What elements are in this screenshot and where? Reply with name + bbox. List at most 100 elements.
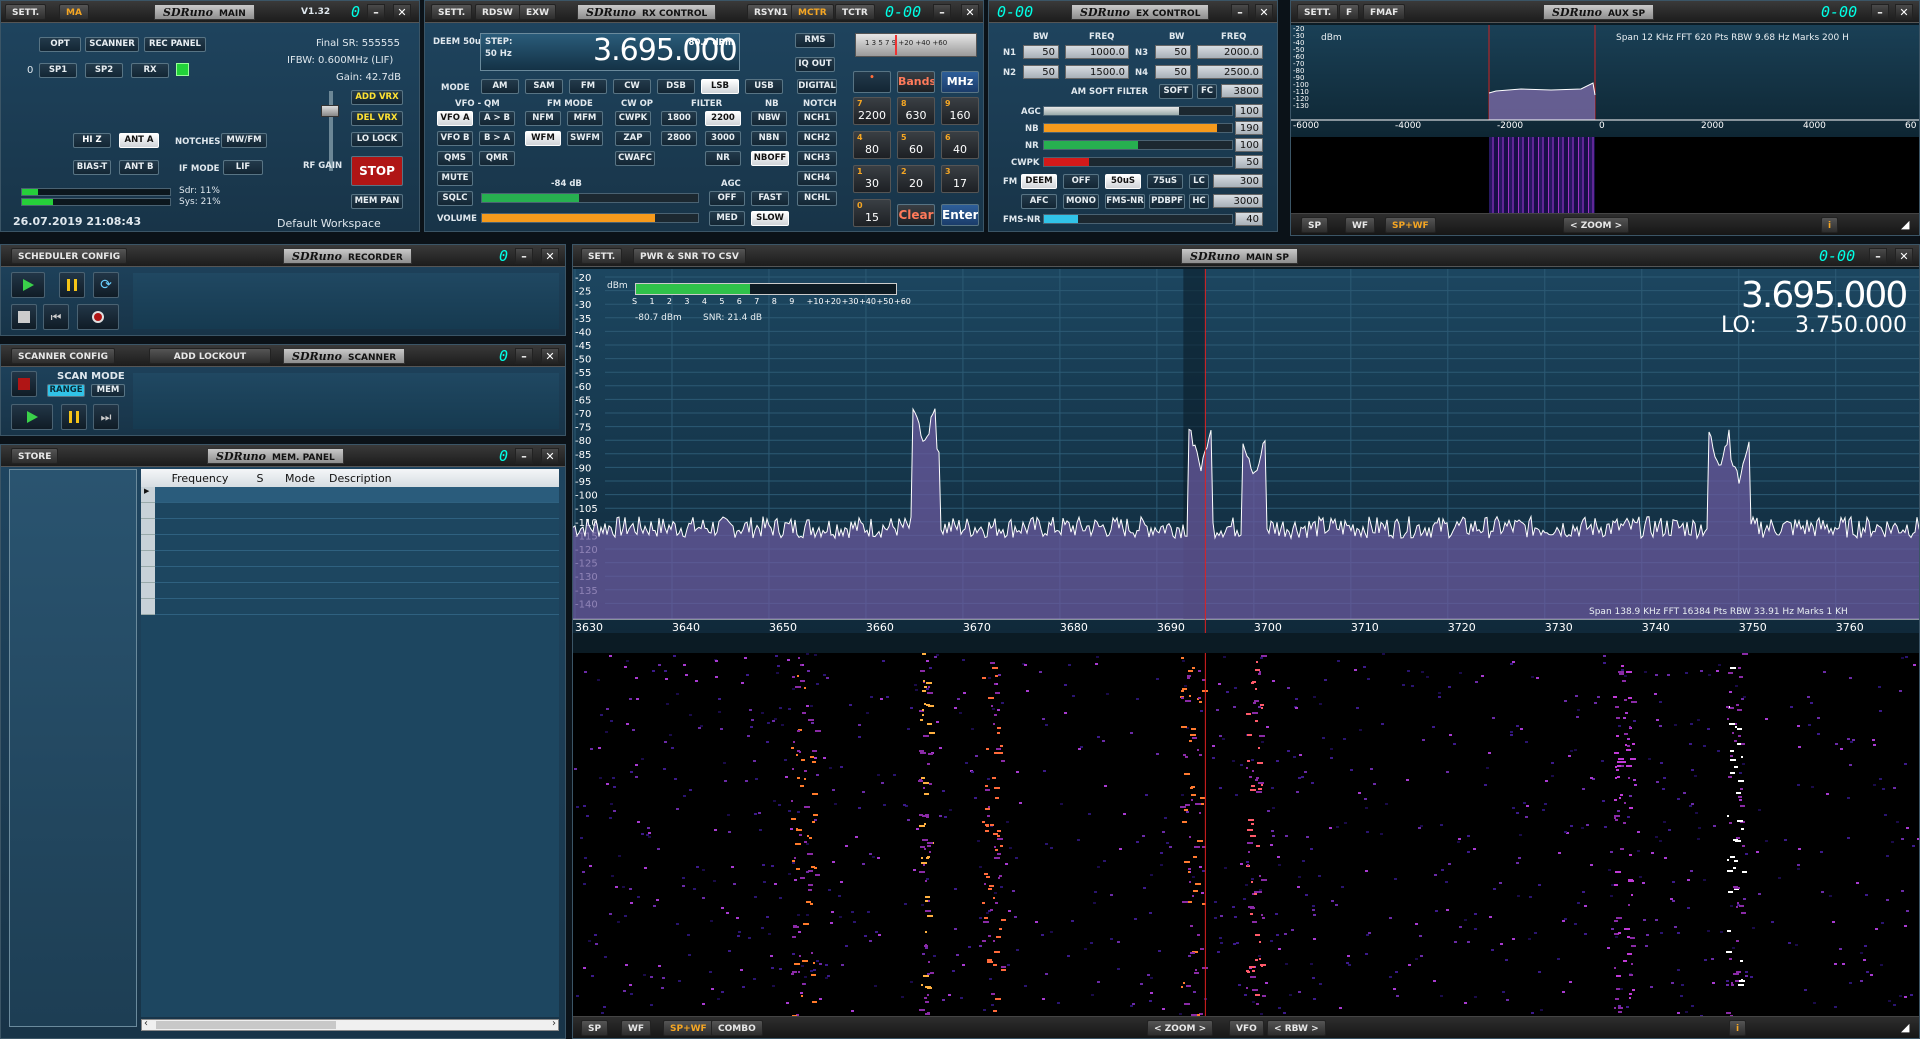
- minimize-icon[interactable]: –: [1869, 248, 1887, 264]
- agc-value[interactable]: 100: [1235, 104, 1263, 118]
- filter-2800[interactable]: 2800: [661, 131, 697, 146]
- table-row[interactable]: [141, 551, 559, 567]
- keypad-2[interactable]: 2 20: [897, 165, 935, 193]
- n4-freq[interactable]: 2500.0: [1197, 65, 1263, 79]
- hc-value[interactable]: 3000: [1213, 194, 1263, 208]
- aux-zoom-control[interactable]: < ZOOM >: [1563, 217, 1630, 233]
- chevron-left-icon[interactable]: ‹: [144, 1018, 148, 1029]
- mainsp-zoom-control[interactable]: < ZOOM >: [1147, 1020, 1214, 1036]
- nchl-button[interactable]: NCHL: [797, 191, 837, 206]
- record-icon[interactable]: [77, 304, 119, 330]
- hi-z-button[interactable]: HI Z: [73, 133, 111, 148]
- rsyn1-button[interactable]: RSYN1: [747, 4, 795, 20]
- volume-slider[interactable]: [481, 213, 699, 223]
- mem-table[interactable]: Frequency S Mode Description ▶: [141, 469, 559, 1017]
- rms-button[interactable]: RMS: [795, 33, 835, 48]
- table-row[interactable]: [141, 583, 559, 599]
- fc-button[interactable]: FC: [1197, 84, 1217, 99]
- skip-forward-icon[interactable]: ⏭: [93, 404, 119, 430]
- rec-panel-button[interactable]: REC PANEL: [144, 37, 206, 52]
- table-row[interactable]: ▶: [141, 487, 559, 503]
- nch3-button[interactable]: NCH3: [797, 151, 837, 166]
- minimize-icon[interactable]: –: [515, 348, 533, 364]
- rf-gain-slider[interactable]: [329, 91, 333, 171]
- row-header[interactable]: ▶: [141, 487, 155, 503]
- row-header[interactable]: [141, 519, 155, 535]
- mono-button[interactable]: MONO: [1063, 194, 1099, 209]
- minimize-icon[interactable]: –: [933, 4, 951, 20]
- cwpk-slider[interactable]: [1043, 157, 1233, 167]
- chevron-left-icon[interactable]: <: [1570, 221, 1578, 231]
- chevron-left-icon[interactable]: <: [1154, 1024, 1162, 1034]
- row-header[interactable]: [141, 583, 155, 599]
- n3-bw[interactable]: 50: [1155, 45, 1191, 59]
- row-header[interactable]: [141, 551, 155, 567]
- afc-button[interactable]: AFC: [1021, 194, 1057, 209]
- nfm-button[interactable]: NFM: [525, 111, 561, 126]
- sqlc-button[interactable]: SQLC: [437, 191, 473, 206]
- row-header[interactable]: [141, 599, 155, 615]
- minimize-icon[interactable]: –: [1231, 4, 1249, 20]
- add-lockout-button[interactable]: ADD LOCKOUT: [149, 348, 271, 364]
- pause-icon[interactable]: [61, 404, 87, 430]
- nboff-button[interactable]: NBOFF: [751, 151, 789, 166]
- sp1-button[interactable]: SP1: [39, 63, 77, 78]
- aux-spwf-button[interactable]: SP+WF: [1385, 217, 1436, 233]
- scheduler-config-button[interactable]: SCHEDULER CONFIG: [11, 248, 128, 264]
- fms-nr-value[interactable]: 40: [1235, 212, 1263, 226]
- mainsp-sp-button[interactable]: SP: [581, 1020, 609, 1036]
- mode-usb[interactable]: USB: [745, 79, 783, 94]
- keypad-8[interactable]: 8 630: [897, 97, 935, 125]
- nch4-button[interactable]: NCH4: [797, 171, 837, 186]
- qmr-button[interactable]: QMR: [479, 151, 515, 166]
- filter-2200[interactable]: 2200: [705, 111, 741, 126]
- fc-value[interactable]: 3800: [1221, 84, 1263, 98]
- n4-bw[interactable]: 50: [1155, 65, 1191, 79]
- col-mode[interactable]: Mode: [275, 469, 325, 487]
- soft-button[interactable]: SOFT: [1159, 84, 1193, 99]
- 50us-button[interactable]: 50uS: [1105, 174, 1141, 189]
- mem-button[interactable]: MEM: [91, 384, 125, 397]
- agc-off-button[interactable]: OFF: [709, 191, 745, 206]
- table-row[interactable]: [141, 567, 559, 583]
- keypad-0[interactable]: 0 15: [853, 199, 891, 227]
- nb-slider[interactable]: [1043, 123, 1233, 133]
- agc-fast-button[interactable]: FAST: [751, 191, 789, 206]
- ant-b-button[interactable]: ANT B: [119, 160, 159, 175]
- close-icon[interactable]: ✕: [1895, 248, 1913, 264]
- rx-button[interactable]: RX: [131, 63, 169, 78]
- vfo-a-button[interactable]: VFO A: [437, 111, 473, 126]
- mw-fm-button[interactable]: MW/FM: [221, 133, 267, 148]
- keypad-7[interactable]: 7 2200: [853, 97, 891, 125]
- bias-t-button[interactable]: BIAS-T: [73, 160, 111, 175]
- resize-grip-icon[interactable]: ◢: [1901, 1021, 1909, 1034]
- ant-a-button[interactable]: ANT A: [119, 133, 159, 148]
- close-icon[interactable]: ✕: [1255, 4, 1273, 20]
- close-icon[interactable]: ✕: [1895, 4, 1913, 20]
- keypad-9[interactable]: 9 160: [941, 97, 979, 125]
- mode-lsb[interactable]: LSB: [701, 79, 739, 94]
- stop-button[interactable]: STOP: [351, 156, 403, 186]
- n2-bw[interactable]: 50: [1023, 65, 1059, 79]
- mainsp-info-button[interactable]: i: [1729, 1020, 1747, 1036]
- cwafc-button[interactable]: CWAFC: [615, 151, 655, 166]
- close-icon[interactable]: ✕: [961, 4, 979, 20]
- agc-med-button[interactable]: MED: [709, 211, 745, 226]
- minimize-icon[interactable]: –: [515, 448, 533, 464]
- pause-icon[interactable]: [59, 272, 85, 298]
- main-spectrum[interactable]: -20 -25 -30 -35 -40 -45 -50 -55 -60 -65 -70 -75 -80-…: [573, 269, 1919, 633]
- mode-cw[interactable]: CW: [613, 79, 651, 94]
- rf-gain-knob[interactable]: [321, 105, 339, 117]
- lc-button[interactable]: LC: [1189, 174, 1209, 189]
- add-vrx-button[interactable]: ADD VRX: [351, 90, 403, 105]
- fmaf-button[interactable]: FMAF: [1363, 4, 1406, 20]
- qms-button[interactable]: QMS: [437, 151, 473, 166]
- row-header[interactable]: [141, 567, 155, 583]
- zap-button[interactable]: ZAP: [615, 131, 651, 146]
- mode-dsb[interactable]: DSB: [657, 79, 695, 94]
- n2-freq[interactable]: 1500.0: [1065, 65, 1129, 79]
- aux-waterfall[interactable]: [1291, 137, 1919, 215]
- keypad-4[interactable]: 4 80: [853, 131, 891, 159]
- pdbpf-button[interactable]: PDBPF: [1149, 194, 1185, 209]
- lc-value[interactable]: 300: [1213, 174, 1263, 188]
